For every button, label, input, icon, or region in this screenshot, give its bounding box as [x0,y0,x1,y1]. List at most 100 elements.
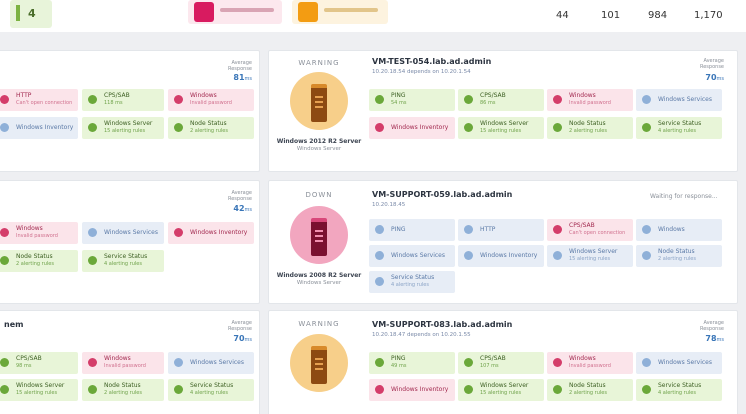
check-tile-windows-inventory[interactable]: Windows Inventory [458,245,544,267]
response-label: Average Response [699,58,724,70]
check-icon [642,385,651,394]
info-icon [464,251,473,260]
check-tile-node-status[interactable]: Node Status 2 alerting rules [547,379,633,401]
check-icon [464,123,473,132]
info-icon [88,228,97,237]
alert-icon [88,358,97,367]
check-icon [642,123,651,132]
check-icon [88,95,97,104]
check-tile-service-status[interactable]: Service Status 4 alerting rules [168,379,254,401]
dashboard-viewport: 4 44 101 984 1,170 Average Response 81ms… [0,0,746,414]
check-tile-http[interactable]: HTTP [458,219,544,241]
check-tile-cpssab[interactable]: CPS/SAB 86 ms [458,89,544,111]
check-tile-cpssab[interactable]: CPS/SAB 107 ms [458,352,544,374]
ok-kpi[interactable]: 4 [10,0,52,28]
waiting-status: Waiting for response... [650,193,718,200]
check-tile-service-status[interactable]: Service Status 4 alerting rules [82,250,164,272]
check-icon [174,385,183,394]
check-icon [0,358,9,367]
check-tile-service-status[interactable]: Service Status 4 alerting rules [636,379,722,401]
host-dependency: 10.20.18.45 [372,202,406,208]
server-icon [311,218,327,256]
server-avatar [290,206,348,264]
check-tile-node-status[interactable]: Node Status 2 alerting rules [168,117,254,139]
info-icon [642,358,651,367]
info-icon [642,251,651,260]
check-icon [375,95,384,104]
count-4: 1,170 [694,10,723,21]
warning-alert-pill[interactable] [292,0,388,24]
check-tile-windows-inventory[interactable]: Windows Inventory [168,222,254,244]
check-icon [553,385,562,394]
ok-kpi-value: 4 [28,7,36,20]
check-tile-windows-server[interactable]: Windows Server 15 alerting rules [458,379,544,401]
check-tile-windows-server[interactable]: Windows Server 15 alerting rules [0,379,78,401]
check-tile-windows[interactable]: Windows Invalid password [82,352,164,374]
check-tile-windows-services[interactable]: Windows Services [636,352,722,374]
alert-icon [174,228,183,237]
check-tile-cpssab[interactable]: CPS/SAB 98 ms [0,352,78,374]
check-icon [0,385,9,394]
alert-icon [553,358,562,367]
check-tile-windows-inventory[interactable]: Windows Inventory [369,379,455,401]
check-tile-windows-server[interactable]: Windows Server 15 alerting rules [458,117,544,139]
check-tile-service-status[interactable]: Service Status 4 alerting rules [636,117,722,139]
check-tile-windows[interactable]: Windows Invalid password [547,352,633,374]
check-tile-windows-inventory[interactable]: Windows Inventory [0,117,78,139]
check-tile-cpssab[interactable]: CPS/SAB 118 ms [82,89,164,111]
check-tile-node-status[interactable]: Node Status 2 alerting rules [636,245,722,267]
check-tile-ping[interactable]: PING [369,219,455,241]
check-tile-service-status[interactable]: Service Status 4 alerting rules [369,271,455,293]
alert-icon [553,95,562,104]
alert-icon [0,95,9,104]
server-icon [311,346,327,384]
os-type: Windows Server [296,280,342,286]
host-name[interactable]: VM-TEST-054.lab.ad.admin [372,57,491,66]
response-label: Average Response [699,320,724,332]
info-icon [642,225,651,234]
count-1: 44 [556,10,569,21]
check-tile-http[interactable]: HTTP Can't open connection [0,89,78,111]
server-avatar [290,334,348,392]
alert-icon [375,123,384,132]
info-icon [464,225,473,234]
response-label: Average Response [227,60,252,72]
check-tile-windows-server[interactable]: Windows Server 15 alerting rules [82,117,164,139]
os-name: Windows 2012 R2 Server [276,138,362,145]
info-icon [553,251,562,260]
check-tile-windows-inventory[interactable]: Windows Inventory [369,117,455,139]
check-tile-windows-services[interactable]: Windows Services [168,352,254,374]
host-dependency: 10.20.18.47 depends on 10.20.1.55 [372,332,471,338]
check-tile-node-status[interactable]: Node Status 2 alerting rules [82,379,164,401]
ok-kpi-bar [16,5,20,21]
check-icon [464,385,473,394]
response-label: Average Response [227,320,252,332]
count-3: 984 [648,10,668,21]
check-tile-windows[interactable]: Windows [636,219,722,241]
alert-icon [0,228,9,237]
check-tile-ping[interactable]: PING 49 ms [369,352,455,374]
check-tile-windows-server[interactable]: Windows Server 15 alerting rules [547,245,633,267]
check-tile-windows-services[interactable]: Windows Services [636,89,722,111]
os-name: Windows 2008 R2 Server [276,272,362,279]
check-tile-node-status[interactable]: Node Status 2 alerting rules [547,117,633,139]
info-icon [375,277,384,286]
check-tile-node-status[interactable]: Node Status 2 alerting rules [0,250,78,272]
host-name[interactable]: nem [4,320,23,329]
check-tile-windows-services[interactable]: Windows Services [369,245,455,267]
check-tile-windows[interactable]: Windows Invalid password [168,89,254,111]
warning-alert-text [324,8,378,12]
response-value: 81ms [233,73,252,82]
critical-alert-pill[interactable] [188,0,282,24]
check-tile-windows[interactable]: Windows Invalid password [547,89,633,111]
check-tile-windows[interactable]: Windows Invalid password [0,222,78,244]
check-tile-windows-services[interactable]: Windows Services [82,222,164,244]
critical-alert-text [220,8,274,12]
check-icon [464,95,473,104]
info-icon [642,95,651,104]
host-name[interactable]: VM-SUPPORT-059.lab.ad.admin [372,190,512,199]
host-name[interactable]: VM-SUPPORT-083.lab.ad.admin [372,320,512,329]
check-tile-cpssab[interactable]: CPS/SAB Can't open connection [547,219,633,241]
count-2: 101 [601,10,621,21]
check-tile-ping[interactable]: PING 54 ms [369,89,455,111]
